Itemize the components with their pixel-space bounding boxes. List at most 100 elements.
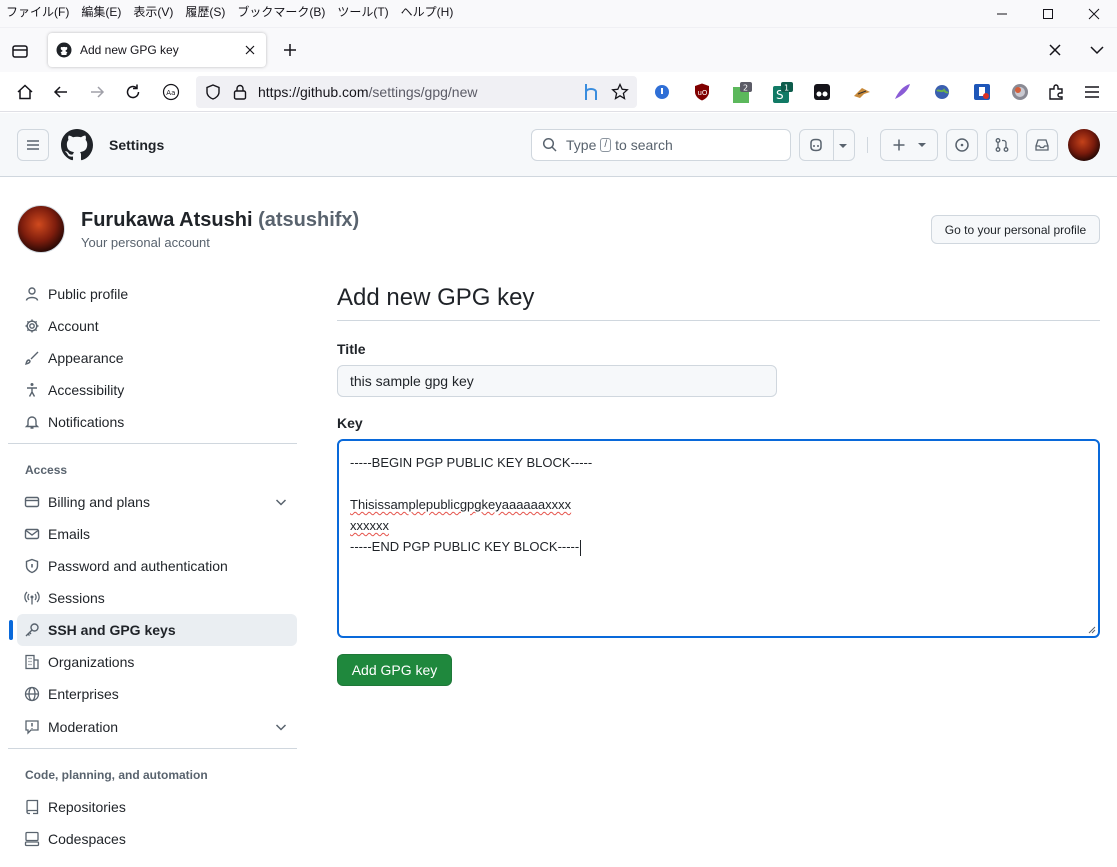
minimize-button[interactable] — [979, 0, 1025, 28]
hypothesis-h-icon[interactable] — [583, 82, 599, 102]
page-context-title[interactable]: Settings — [109, 137, 164, 153]
shield-icon[interactable] — [204, 83, 222, 101]
key-textarea[interactable]: -----BEGIN PGP PUBLIC KEY BLOCK----- Thi… — [337, 439, 1100, 638]
title-divider — [337, 320, 1100, 321]
triangle-down-icon[interactable] — [838, 142, 848, 150]
sidebar-item-accessibility[interactable]: Accessibility — [17, 374, 297, 406]
page-scrollbar[interactable] — [1111, 178, 1117, 867]
hamburger-menu-icon[interactable] — [1082, 82, 1102, 102]
forward-icon[interactable] — [87, 82, 107, 102]
ublock-origin-icon[interactable]: uO — [692, 82, 712, 102]
bookmark-star-icon[interactable] — [611, 83, 629, 101]
profile-subtitle: Your personal account — [81, 235, 210, 250]
chevron-down-icon[interactable] — [273, 719, 289, 735]
profile-login[interactable]: (atsushifx) — [258, 209, 359, 231]
tab-active[interactable]: Add new GPG key — [48, 33, 266, 67]
sidebar-item-notifications[interactable]: Notifications — [17, 406, 297, 438]
search-shortcut-key: / — [600, 138, 612, 152]
sidebar-item-appearance[interactable]: Appearance — [17, 342, 297, 374]
sidebar-item-label: Codespaces — [48, 831, 126, 847]
key-line: -----END PGP PUBLIC KEY BLOCK----- — [350, 536, 1087, 557]
open-global-nav-button[interactable] — [17, 129, 49, 161]
ext-badge-2: 1 — [784, 84, 789, 93]
avatar — [17, 205, 65, 253]
tampermonkey-icon[interactable] — [812, 82, 832, 102]
issues-button[interactable] — [946, 129, 978, 161]
search-input[interactable]: Type / to search — [531, 129, 791, 161]
extension-bird-icon[interactable] — [852, 82, 872, 102]
key-line: xxxxxx — [350, 515, 1087, 536]
profile-name: Furukawa Atsushi (atsushifx) — [81, 209, 359, 232]
close-icon[interactable] — [1045, 40, 1065, 60]
chevron-down-icon[interactable] — [273, 494, 289, 510]
sidebar-item-account[interactable]: Account — [17, 310, 297, 342]
tab-list-icon[interactable] — [10, 41, 30, 61]
reload-icon[interactable] — [123, 82, 143, 102]
back-icon[interactable] — [51, 82, 71, 102]
extension-globe-icon[interactable] — [932, 82, 952, 102]
menu-bookmarks[interactable]: ブックマーク(B) — [237, 3, 325, 20]
maximize-button[interactable] — [1025, 0, 1071, 28]
extension-s-icon[interactable]: S1 — [772, 82, 793, 103]
reader-view-icon[interactable]: Aa — [161, 82, 181, 102]
sidebar-item-label: Billing and plans — [48, 494, 150, 510]
menu-edit[interactable]: 編集(E) — [81, 3, 121, 20]
sidebar-item-emails[interactable]: Emails — [17, 518, 297, 550]
plus-icon — [893, 139, 905, 151]
sidebar-item-ssh-gpg-keys[interactable]: SSH and GPG keys — [9, 614, 297, 646]
extension-feather-icon[interactable] — [892, 82, 912, 102]
sidebar-item-label: Password and authentication — [48, 558, 228, 574]
new-tab-icon[interactable] — [280, 40, 300, 60]
key-body-text: xxxxxx — [350, 518, 389, 533]
sidebar-item-public-profile[interactable]: Public profile — [17, 278, 297, 310]
header-divider — [867, 137, 868, 153]
home-icon[interactable] — [15, 82, 35, 102]
title-label: Title — [337, 341, 366, 357]
menu-help[interactable]: ヘルプ(H) — [401, 3, 454, 20]
gear-icon — [24, 318, 40, 334]
key-label: Key — [337, 415, 363, 431]
go-to-profile-button[interactable]: Go to your personal profile — [931, 215, 1100, 244]
extension-bookmark-icon[interactable] — [972, 82, 992, 102]
add-gpg-key-button[interactable]: Add GPG key — [337, 654, 452, 686]
search-icon — [542, 137, 557, 152]
key-line — [350, 473, 1087, 494]
menu-tools[interactable]: ツール(T) — [337, 3, 388, 20]
chevron-down-icon[interactable] — [1087, 40, 1107, 60]
sidebar-item-billing[interactable]: Billing and plans — [17, 486, 297, 518]
profile-display-name[interactable]: Furukawa Atsushi — [81, 209, 253, 231]
extension-profile-icon[interactable] — [1010, 82, 1030, 102]
inbox-button[interactable] — [1026, 129, 1058, 161]
user-avatar-button[interactable] — [1068, 129, 1100, 161]
extensions-puzzle-icon[interactable] — [1046, 82, 1066, 102]
copilot-button[interactable] — [799, 129, 855, 161]
github-logo-icon[interactable] — [61, 129, 93, 161]
sidebar-item-repositories[interactable]: Repositories — [17, 791, 297, 823]
lock-icon[interactable] — [232, 83, 248, 101]
sidebar-item-codespaces[interactable]: Codespaces — [17, 823, 297, 855]
sidebar-item-moderation[interactable]: Moderation — [17, 711, 297, 743]
sidebar-item-password-auth[interactable]: Password and authentication — [17, 550, 297, 582]
menu-history[interactable]: 履歴(S) — [185, 3, 225, 20]
close-icon — [245, 45, 255, 55]
person-icon — [24, 286, 40, 302]
extension-grid-icon[interactable]: 2 — [732, 82, 752, 103]
extension-info-icon[interactable] — [652, 82, 672, 102]
key-line: Thisissamplepublicgpgkeyaaaaaaxxxx — [350, 494, 1087, 515]
menu-view[interactable]: 表示(V) — [133, 3, 173, 20]
tab-close-button[interactable] — [238, 38, 262, 62]
search-placeholder-prefix: Type — [566, 137, 597, 153]
close-window-button[interactable] — [1071, 0, 1117, 28]
menu-list: ファイル(F) 編集(E) 表示(V) 履歴(S) ブックマーク(B) ツール(… — [6, 3, 453, 20]
resize-handle-icon[interactable] — [1086, 624, 1096, 634]
create-new-button[interactable] — [880, 129, 938, 161]
pull-requests-button[interactable] — [986, 129, 1018, 161]
menu-file[interactable]: ファイル(F) — [6, 3, 69, 20]
close-icon — [1088, 8, 1100, 20]
sidebar-item-enterprises[interactable]: Enterprises — [17, 678, 297, 710]
sidebar-item-organizations[interactable]: Organizations — [17, 646, 297, 678]
sidebar-item-sessions[interactable]: Sessions — [17, 582, 297, 614]
sidebar-item-label: Appearance — [48, 350, 124, 366]
url-bar[interactable]: https://github.com/settings/gpg/new — [196, 76, 637, 108]
title-input[interactable]: this sample gpg key — [337, 365, 777, 397]
